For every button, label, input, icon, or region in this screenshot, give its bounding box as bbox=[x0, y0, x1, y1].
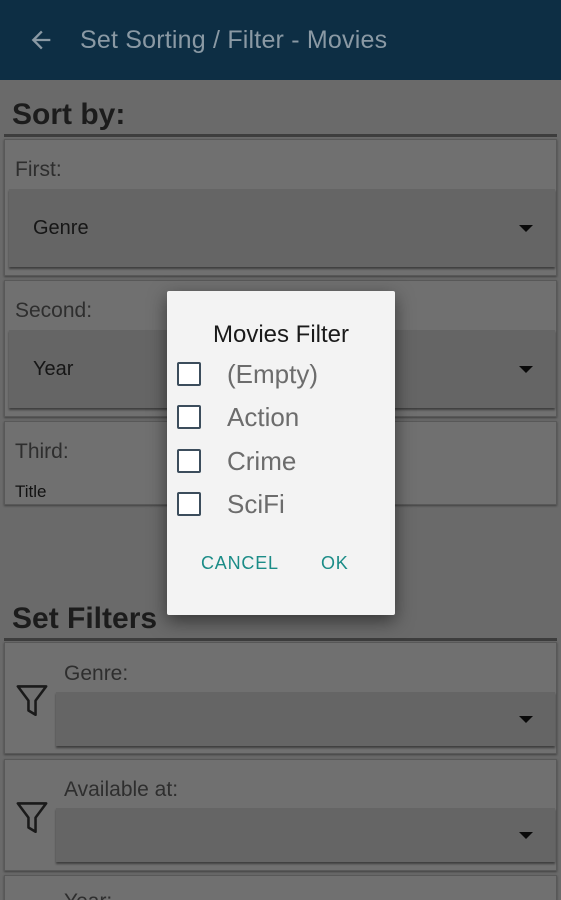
dropdown-arrow-icon bbox=[519, 225, 533, 232]
filter-icon bbox=[16, 685, 48, 717]
sort-section-divider bbox=[4, 134, 557, 137]
ok-button[interactable]: OK bbox=[321, 553, 349, 574]
filter-available-card: Available at: bbox=[4, 759, 557, 871]
cancel-button[interactable]: CANCEL bbox=[201, 553, 279, 574]
filter-available-dropdown[interactable] bbox=[56, 808, 555, 862]
sort-third-value: Title bbox=[15, 482, 47, 501]
page-title: Set Sorting / Filter - Movies bbox=[80, 25, 388, 54]
filter-option-empty[interactable]: (Empty) bbox=[177, 356, 387, 392]
filter-option-scifi[interactable]: SciFi bbox=[177, 486, 387, 522]
filter-available-label: Available at: bbox=[64, 778, 179, 801]
filter-section-title: Set Filters bbox=[12, 602, 158, 635]
sort-third-label: Third: bbox=[15, 440, 69, 463]
sort-first-value: Genre bbox=[33, 216, 89, 239]
dialog-title: Movies Filter bbox=[212, 321, 350, 348]
arrow-left-icon bbox=[31, 30, 51, 50]
filter-option-label: SciFi bbox=[227, 488, 285, 519]
filter-option-action[interactable]: Action bbox=[177, 399, 387, 435]
sort-first-label: First: bbox=[15, 158, 62, 181]
filter-option-label: Action bbox=[227, 401, 300, 432]
dropdown-arrow-icon bbox=[519, 832, 533, 839]
sort-first-card: First: Genre bbox=[4, 139, 557, 276]
checkbox[interactable] bbox=[177, 405, 201, 429]
filter-year-card: Year: bbox=[4, 875, 557, 900]
movies-filter-dialog: Movies Filter (Empty) Action Crime SciFi… bbox=[167, 291, 395, 615]
filter-section-divider bbox=[4, 638, 557, 641]
dropdown-arrow-icon bbox=[519, 716, 533, 723]
sort-section-title: Sort by: bbox=[12, 98, 126, 131]
sort-second-value: Year bbox=[33, 357, 74, 380]
filter-option-crime[interactable]: Crime bbox=[177, 443, 387, 479]
filter-genre-label: Genre: bbox=[64, 662, 129, 685]
filter-genre-card: Genre: bbox=[4, 642, 557, 754]
back-button[interactable] bbox=[16, 15, 66, 65]
checkbox[interactable] bbox=[177, 362, 201, 386]
checkbox[interactable] bbox=[177, 492, 201, 516]
dropdown-arrow-icon bbox=[519, 366, 533, 373]
filter-year-label: Year: bbox=[64, 890, 112, 900]
app-bar: Set Sorting / Filter - Movies bbox=[0, 0, 561, 80]
sort-second-label: Second: bbox=[15, 299, 93, 322]
filter-icon bbox=[16, 802, 48, 834]
sort-first-dropdown[interactable]: Genre bbox=[9, 189, 555, 267]
filter-option-label: (Empty) bbox=[227, 358, 318, 389]
filter-genre-dropdown[interactable] bbox=[56, 692, 555, 746]
filter-option-label: Crime bbox=[227, 445, 297, 476]
checkbox[interactable] bbox=[177, 449, 201, 473]
